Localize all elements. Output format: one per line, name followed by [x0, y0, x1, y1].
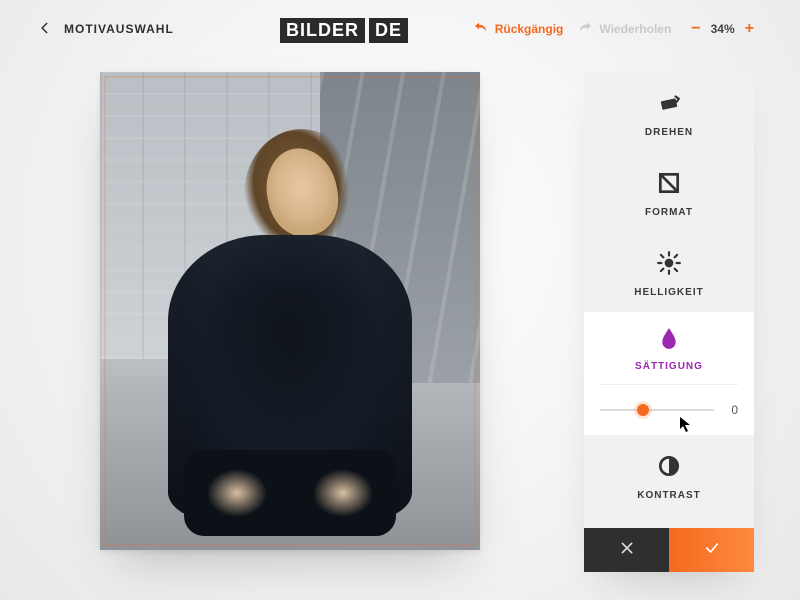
tool-rail: DREHEN FORMAT HELLIGKEIT SÄTTIGUNG 0	[584, 72, 754, 572]
tool-rotate[interactable]: DREHEN	[584, 72, 754, 152]
rotate-icon	[656, 90, 682, 119]
tool-contrast[interactable]: KONTRAST	[584, 435, 754, 515]
slider-thumb[interactable]	[637, 404, 649, 416]
cursor-icon	[680, 417, 692, 433]
zoom-in-button[interactable]: +	[745, 20, 754, 38]
tool-contrast-label: KONTRAST	[637, 490, 701, 501]
chevron-left-icon	[38, 20, 52, 38]
zoom-controls: − 34% +	[691, 20, 754, 38]
tool-format[interactable]: FORMAT	[584, 152, 754, 232]
tool-brightness-label: HELLIGKEIT	[634, 287, 703, 298]
confirm-bar	[584, 528, 754, 572]
undo-button[interactable]: Rückgängig	[473, 20, 564, 39]
tool-saturation-panel: SÄTTIGUNG 0	[584, 312, 754, 435]
crop-frame-icon	[656, 170, 682, 199]
close-icon	[619, 540, 635, 561]
zoom-percent: 34%	[711, 22, 735, 36]
check-icon	[704, 540, 720, 561]
half-circle-icon	[656, 453, 682, 482]
redo-button[interactable]: Wiederholen	[577, 20, 671, 39]
photo-knees	[184, 450, 397, 536]
droplet-icon	[659, 326, 679, 355]
saturation-value: 0	[724, 403, 738, 417]
back-label: MOTIVAUSWAHL	[64, 22, 174, 36]
saturation-slider[interactable]: 0	[600, 403, 738, 417]
zoom-out-button[interactable]: −	[691, 20, 700, 38]
tool-saturation-label: SÄTTIGUNG	[635, 361, 703, 372]
tool-brightness[interactable]: HELLIGKEIT	[584, 232, 754, 312]
undo-label: Rückgängig	[495, 22, 564, 36]
panel-divider	[600, 384, 738, 385]
redo-icon	[577, 20, 593, 39]
sun-icon	[656, 250, 682, 279]
logo-left: BILDER	[280, 18, 365, 43]
logo-right: DE	[369, 18, 408, 43]
canvas-stage[interactable]	[100, 72, 480, 550]
slider-track[interactable]	[600, 409, 714, 411]
history-controls: Rückgängig Wiederholen − 34% +	[473, 0, 754, 58]
undo-icon	[473, 20, 489, 39]
redo-label: Wiederholen	[599, 22, 671, 36]
confirm-button[interactable]	[669, 528, 754, 572]
back-button[interactable]: MOTIVAUSWAHL	[38, 20, 174, 38]
tool-format-label: FORMAT	[645, 207, 693, 218]
app-logo: BILDER DE	[280, 18, 408, 43]
photo-preview	[100, 72, 480, 550]
cancel-button[interactable]	[584, 528, 669, 572]
top-bar: MOTIVAUSWAHL BILDER DE Rückgängig Wieder…	[0, 0, 800, 58]
tool-rotate-label: DREHEN	[645, 127, 693, 138]
